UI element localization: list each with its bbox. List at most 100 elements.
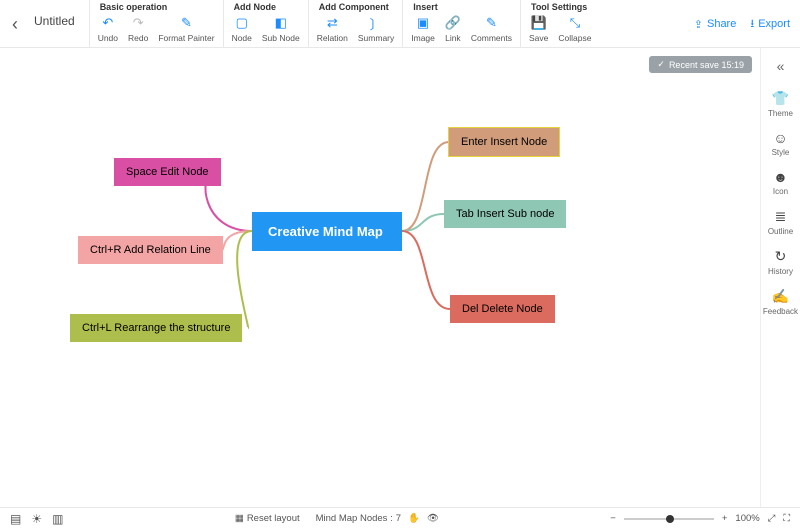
reset-layout-label: Reset layout: [247, 513, 300, 524]
right-sidebar: « 👕 Theme ☺ Style ☻Icon ≣ Outline ↻ History ✍ Feed…: [760, 48, 800, 507]
zoom-in-button[interactable]: +: [722, 513, 728, 524]
mindmap-node[interactable]: Ctrl+R Add Relation Line: [78, 236, 223, 264]
mindmap-link: [222, 231, 252, 250]
undo-button-icon: ↶: [100, 15, 116, 31]
theme-panel-icon: 👕: [772, 90, 789, 107]
node-count-value: 7: [396, 513, 401, 524]
feedback-panel-label: Feedback: [763, 307, 798, 316]
node-count-label: Mind Map Nodes :: [316, 513, 393, 524]
mindmap-canvas[interactable]: ✓ Recent save 15:19 Creative Mind Map Spa…: [0, 48, 760, 507]
status-bar: ▤ ☀ ▥ ▦ Reset layout Mind Map Nodes : 7 …: [0, 507, 800, 529]
relation-button-label: Relation: [317, 33, 348, 43]
fullscreen-icon[interactable]: ⛶: [783, 513, 790, 524]
node-count: Mind Map Nodes : 7 ✋ 👁: [316, 513, 439, 524]
sub-node-button-icon: ◧: [273, 15, 289, 31]
link-button[interactable]: 🔗 Link: [445, 15, 461, 43]
collapse-button-label: Collapse: [558, 33, 591, 43]
comments-button-label: Comments: [471, 33, 512, 43]
export-button[interactable]: ⭳ Export: [750, 15, 790, 34]
link-button-label: Link: [445, 33, 461, 43]
back-button[interactable]: ‹: [6, 0, 24, 48]
top-toolbar: ‹ Untitled Basic operation ↶ Undo ↷ Redo ✎ For…: [0, 0, 800, 48]
toolbar-group-title: Tool Settings: [529, 2, 591, 12]
zoom-slider-handle[interactable]: [666, 515, 674, 523]
share-button[interactable]: ⇪ Share: [694, 18, 737, 31]
reset-icon: ▦: [235, 513, 244, 524]
grid-icon[interactable]: ▤: [10, 512, 21, 526]
mindmap-node[interactable]: Space Edit Node: [114, 158, 221, 186]
feedback-panel[interactable]: ✍ Feedback: [763, 282, 798, 322]
outline-panel[interactable]: ≣ Outline: [763, 202, 798, 242]
feedback-panel-icon: ✍: [772, 288, 789, 305]
outline-panel-label: Outline: [768, 227, 793, 236]
summary-button[interactable]: 〕 Summary: [358, 15, 394, 43]
document-title[interactable]: Untitled: [24, 0, 89, 28]
history-panel-icon: ↻: [775, 248, 787, 265]
collapse-sidebar-button[interactable]: «: [777, 54, 785, 84]
reset-layout-button[interactable]: ▦ Reset layout: [235, 513, 300, 524]
undo-button-label: Undo: [98, 33, 118, 43]
history-panel-label: History: [768, 267, 793, 276]
mindmap-link: [402, 231, 450, 309]
toolbar-group-title: Insert: [411, 2, 512, 12]
comments-button[interactable]: ✎ Comments: [471, 15, 512, 43]
format-painter-button-icon: ✎: [178, 15, 194, 31]
save-button: 💾Save: [529, 15, 548, 43]
toolbar-group-title: Add Component: [317, 2, 395, 12]
mindmap-node[interactable]: Tab Insert Sub node: [444, 200, 566, 228]
redo-button-label: Redo: [128, 33, 148, 43]
mindmap-link: [402, 214, 444, 231]
theme-panel[interactable]: 👕 Theme: [763, 84, 798, 124]
image-button-label: Image: [411, 33, 435, 43]
mindmap-node[interactable]: Del Delete Node: [450, 295, 555, 323]
format-painter-button-label: Format Painter: [158, 33, 214, 43]
undo-button[interactable]: ↶ Undo: [98, 15, 118, 43]
theme-switch-icon[interactable]: ☀: [31, 512, 42, 526]
theme-panel-label: Theme: [768, 109, 793, 118]
center-node[interactable]: Creative Mind Map: [252, 212, 402, 251]
fit-screen-icon[interactable]: ⤢: [768, 513, 776, 524]
hand-icon[interactable]: ✋: [408, 513, 420, 524]
zoom-percent: 100%: [735, 513, 759, 524]
eye-icon[interactable]: 👁: [427, 513, 439, 524]
summary-button-icon: 〕: [368, 15, 384, 31]
export-icon: ⭳: [750, 15, 754, 34]
relation-button[interactable]: ⇄ Relation: [317, 15, 348, 43]
outline-panel-icon: ≣: [775, 208, 787, 225]
sub-node-button[interactable]: ◧Sub Node: [262, 15, 300, 43]
style-panel-label: Style: [772, 148, 790, 157]
toolbar-group-title: Add Node: [232, 2, 300, 12]
summary-button-label: Summary: [358, 33, 394, 43]
collapse-button[interactable]: ⤡ Collapse: [558, 15, 591, 43]
history-panel[interactable]: ↻ History: [763, 242, 798, 282]
zoom-slider[interactable]: [624, 518, 714, 520]
style-panel[interactable]: ☺ Style: [763, 124, 798, 163]
recent-save-text: Recent save 15:19: [669, 60, 744, 70]
icon-panel[interactable]: ☻Icon: [763, 163, 798, 202]
image-button[interactable]: ▣ Image: [411, 15, 435, 43]
layout-icon[interactable]: ▥: [52, 512, 63, 526]
icon-panel-label: Icon: [773, 187, 788, 196]
collapse-button-icon: ⤡: [567, 15, 583, 31]
node-button[interactable]: ▢ Node: [232, 15, 252, 43]
share-icon: ⇪: [694, 18, 703, 31]
mindmap-link: [402, 142, 449, 231]
mindmap-node[interactable]: Enter Insert Node: [449, 128, 559, 156]
redo-button-icon: ↷: [130, 15, 146, 31]
checkmark-icon: ✓: [657, 59, 665, 70]
style-panel-icon: ☺: [773, 130, 787, 146]
comments-button-icon: ✎: [483, 15, 499, 31]
node-button-label: Node: [232, 33, 252, 43]
format-painter-button[interactable]: ✎ Format Painter: [158, 15, 214, 43]
export-label: Export: [758, 18, 790, 30]
save-button-icon: 💾: [531, 15, 547, 31]
image-button-icon: ▣: [415, 15, 431, 31]
redo-button: ↷ Redo: [128, 15, 148, 43]
share-label: Share: [707, 18, 736, 30]
relation-button-icon: ⇄: [324, 15, 340, 31]
node-button-icon: ▢: [234, 15, 250, 31]
link-button-icon: 🔗: [445, 15, 461, 31]
mindmap-node[interactable]: Ctrl+L Rearrange the structure: [70, 314, 242, 342]
zoom-out-button[interactable]: −: [610, 513, 616, 524]
toolbar-group-title: Basic operation: [98, 2, 215, 12]
